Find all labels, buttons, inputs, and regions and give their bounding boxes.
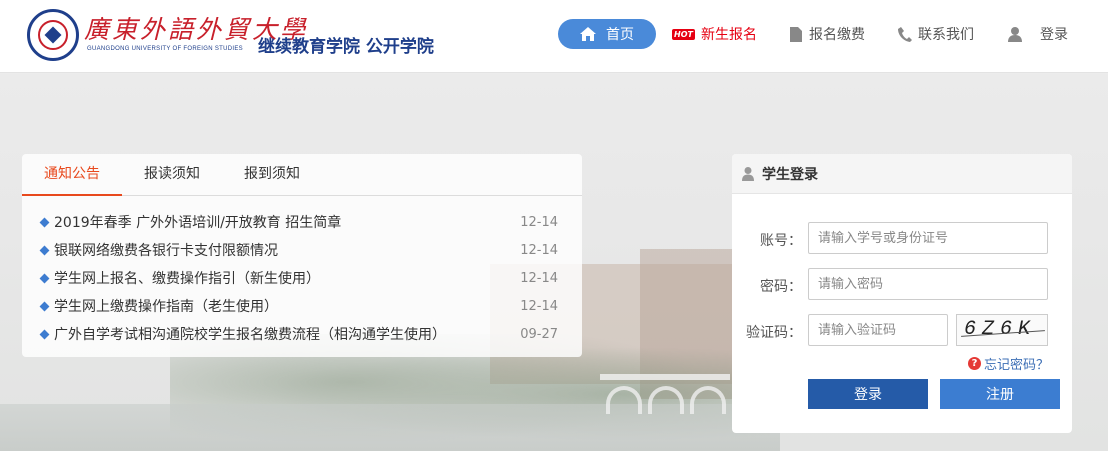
captcha-input[interactable] bbox=[808, 314, 948, 346]
forgot-password-link[interactable]: ? 忘记密码？ bbox=[968, 354, 1049, 373]
diamond-bullet-icon bbox=[39, 245, 50, 255]
register-button[interactable]: 注册 bbox=[940, 379, 1060, 409]
nav-contact-label: 联系我们 bbox=[918, 27, 974, 43]
emblem-ring bbox=[38, 20, 68, 50]
emblem-core bbox=[44, 26, 62, 44]
campus-bridge bbox=[600, 374, 730, 414]
nav-home-button[interactable]: 首页 bbox=[558, 19, 656, 49]
nav-new-enroll[interactable]: HOT 新生报名 bbox=[672, 24, 757, 44]
diamond-bullet-icon bbox=[39, 329, 50, 339]
login-title: 学生登录 bbox=[762, 166, 818, 183]
notice-title[interactable]: 银联网络缴费各银行卡支付限额情况 bbox=[54, 240, 518, 260]
user-icon bbox=[742, 166, 754, 181]
question-icon: ? bbox=[968, 357, 981, 370]
password-input[interactable] bbox=[808, 268, 1048, 300]
notice-title[interactable]: 广外自学考试相沟通院校学生报名缴费流程（相沟通学生使用） bbox=[54, 324, 518, 344]
notice-item[interactable]: 学生网上报名、缴费操作指引（新生使用） 12-14 bbox=[38, 264, 564, 292]
notice-tabs: 通知公告 报读须知 报到须知 bbox=[22, 154, 582, 196]
notice-date: 12-14 bbox=[520, 242, 558, 258]
nav-home-label: 首页 bbox=[606, 27, 634, 43]
home-icon bbox=[580, 27, 596, 41]
notice-date: 12-14 bbox=[520, 298, 558, 314]
captcha-text: 6Z6K bbox=[964, 318, 1037, 341]
nav-enroll-pay[interactable]: 报名缴费 bbox=[789, 24, 865, 44]
diamond-bullet-icon bbox=[39, 217, 50, 227]
phone-icon bbox=[898, 26, 912, 42]
notice-panel: 通知公告 报读须知 报到须知 2019年春季 广外外语培训/开放教育 招生简章 … bbox=[22, 154, 582, 357]
forgot-password-label: 忘记密码？ bbox=[984, 358, 1050, 373]
document-icon bbox=[790, 26, 802, 42]
notice-title[interactable]: 学生网上报名、缴费操作指引（新生使用） bbox=[54, 268, 518, 288]
notice-item[interactable]: 2019年春季 广外外语培训/开放教育 招生简章 12-14 bbox=[38, 208, 564, 236]
hot-badge: HOT bbox=[672, 28, 695, 40]
nav-contact[interactable]: 联系我们 bbox=[898, 24, 974, 44]
university-emblem-logo[interactable] bbox=[27, 9, 79, 61]
diamond-bullet-icon bbox=[39, 273, 50, 283]
tab-registration-notes[interactable]: 报到须知 bbox=[222, 154, 322, 196]
captcha-image[interactable]: 6Z6K bbox=[956, 314, 1048, 346]
tab-announcements[interactable]: 通知公告 bbox=[22, 154, 122, 196]
student-login-panel: 学生登录 账号： 密码： 验证码： 6Z6K ? 忘记密码？ 登录 注册 bbox=[732, 154, 1072, 433]
nav-enroll-pay-label: 报名缴费 bbox=[809, 27, 865, 43]
notice-date: 12-14 bbox=[520, 270, 558, 286]
notice-date: 09-27 bbox=[520, 326, 558, 342]
notice-item[interactable]: 学生网上缴费操作指南（老生使用） 12-14 bbox=[38, 292, 564, 320]
tab-enroll-notes[interactable]: 报读须知 bbox=[122, 154, 222, 196]
school-name: 继续教育学院 公开学院 bbox=[258, 37, 434, 57]
password-label: 密码： bbox=[760, 279, 802, 295]
notice-list: 2019年春季 广外外语培训/开放教育 招生简章 12-14 银联网络缴费各银行… bbox=[38, 208, 564, 348]
notice-item[interactable]: 银联网络缴费各银行卡支付限额情况 12-14 bbox=[38, 236, 564, 264]
notice-title[interactable]: 2019年春季 广外外语培训/开放教育 招生简章 bbox=[54, 212, 518, 232]
notice-date: 12-14 bbox=[520, 214, 558, 230]
nav-login-label: 登录 bbox=[1040, 27, 1068, 43]
nav-login[interactable]: 登录 bbox=[1008, 24, 1068, 44]
nav-new-enroll-label: 新生报名 bbox=[700, 27, 757, 43]
notice-title[interactable]: 学生网上缴费操作指南（老生使用） bbox=[54, 296, 518, 316]
login-header: 学生登录 bbox=[732, 154, 1072, 194]
notice-item[interactable]: 广外自学考试相沟通院校学生报名缴费流程（相沟通学生使用） 09-27 bbox=[38, 320, 564, 348]
captcha-label: 验证码： bbox=[746, 325, 802, 341]
site-header: 廣東外語外貿大學 GUANGDONG UNIVERSITY OF FOREIGN… bbox=[0, 0, 1108, 73]
account-input[interactable] bbox=[808, 222, 1048, 254]
login-button[interactable]: 登录 bbox=[808, 379, 928, 409]
university-name-en: GUANGDONG UNIVERSITY OF FOREIGN STUDIES bbox=[87, 46, 243, 52]
user-icon bbox=[1008, 26, 1022, 42]
diamond-bullet-icon bbox=[39, 301, 50, 311]
account-label: 账号： bbox=[760, 233, 802, 249]
